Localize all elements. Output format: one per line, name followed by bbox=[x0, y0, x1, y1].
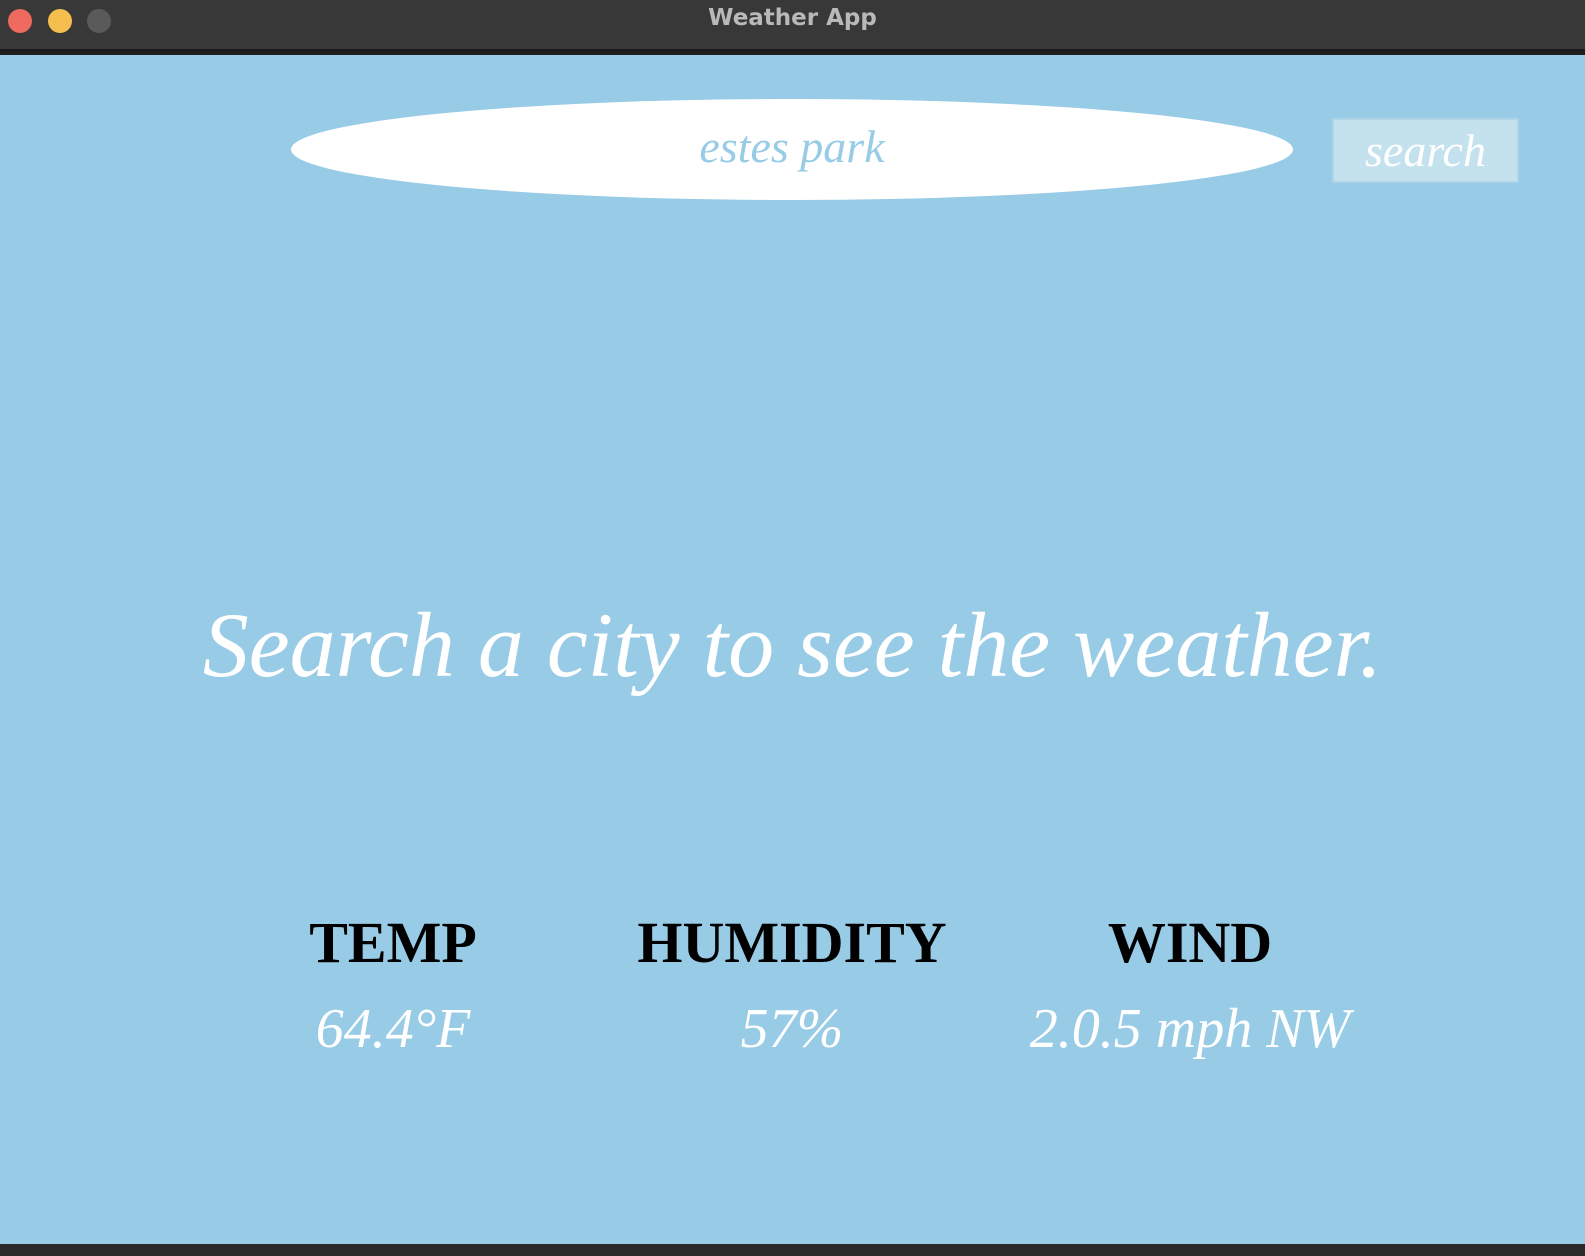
city-search-input[interactable] bbox=[291, 99, 1293, 200]
search-button[interactable]: search bbox=[1332, 118, 1519, 183]
window-bottom-edge bbox=[0, 1244, 1585, 1256]
temp-value: 64.4°F bbox=[315, 998, 471, 1060]
window-title: Weather App bbox=[708, 5, 877, 31]
app-window: Weather App search Search a city to see … bbox=[0, 0, 1585, 1256]
main-content: search Search a city to see the weather.… bbox=[0, 55, 1585, 1244]
wind-value: 2.0.5 mph NW bbox=[1029, 998, 1351, 1060]
wind-label: WIND bbox=[1107, 910, 1273, 975]
headline-message: Search a city to see the weather. bbox=[202, 594, 1383, 696]
humidity-value: 57% bbox=[740, 998, 844, 1060]
humidity-label: HUMIDITY bbox=[637, 910, 947, 975]
title-bar[interactable]: Weather App bbox=[0, 0, 1585, 52]
temp-label: TEMP bbox=[309, 910, 477, 975]
